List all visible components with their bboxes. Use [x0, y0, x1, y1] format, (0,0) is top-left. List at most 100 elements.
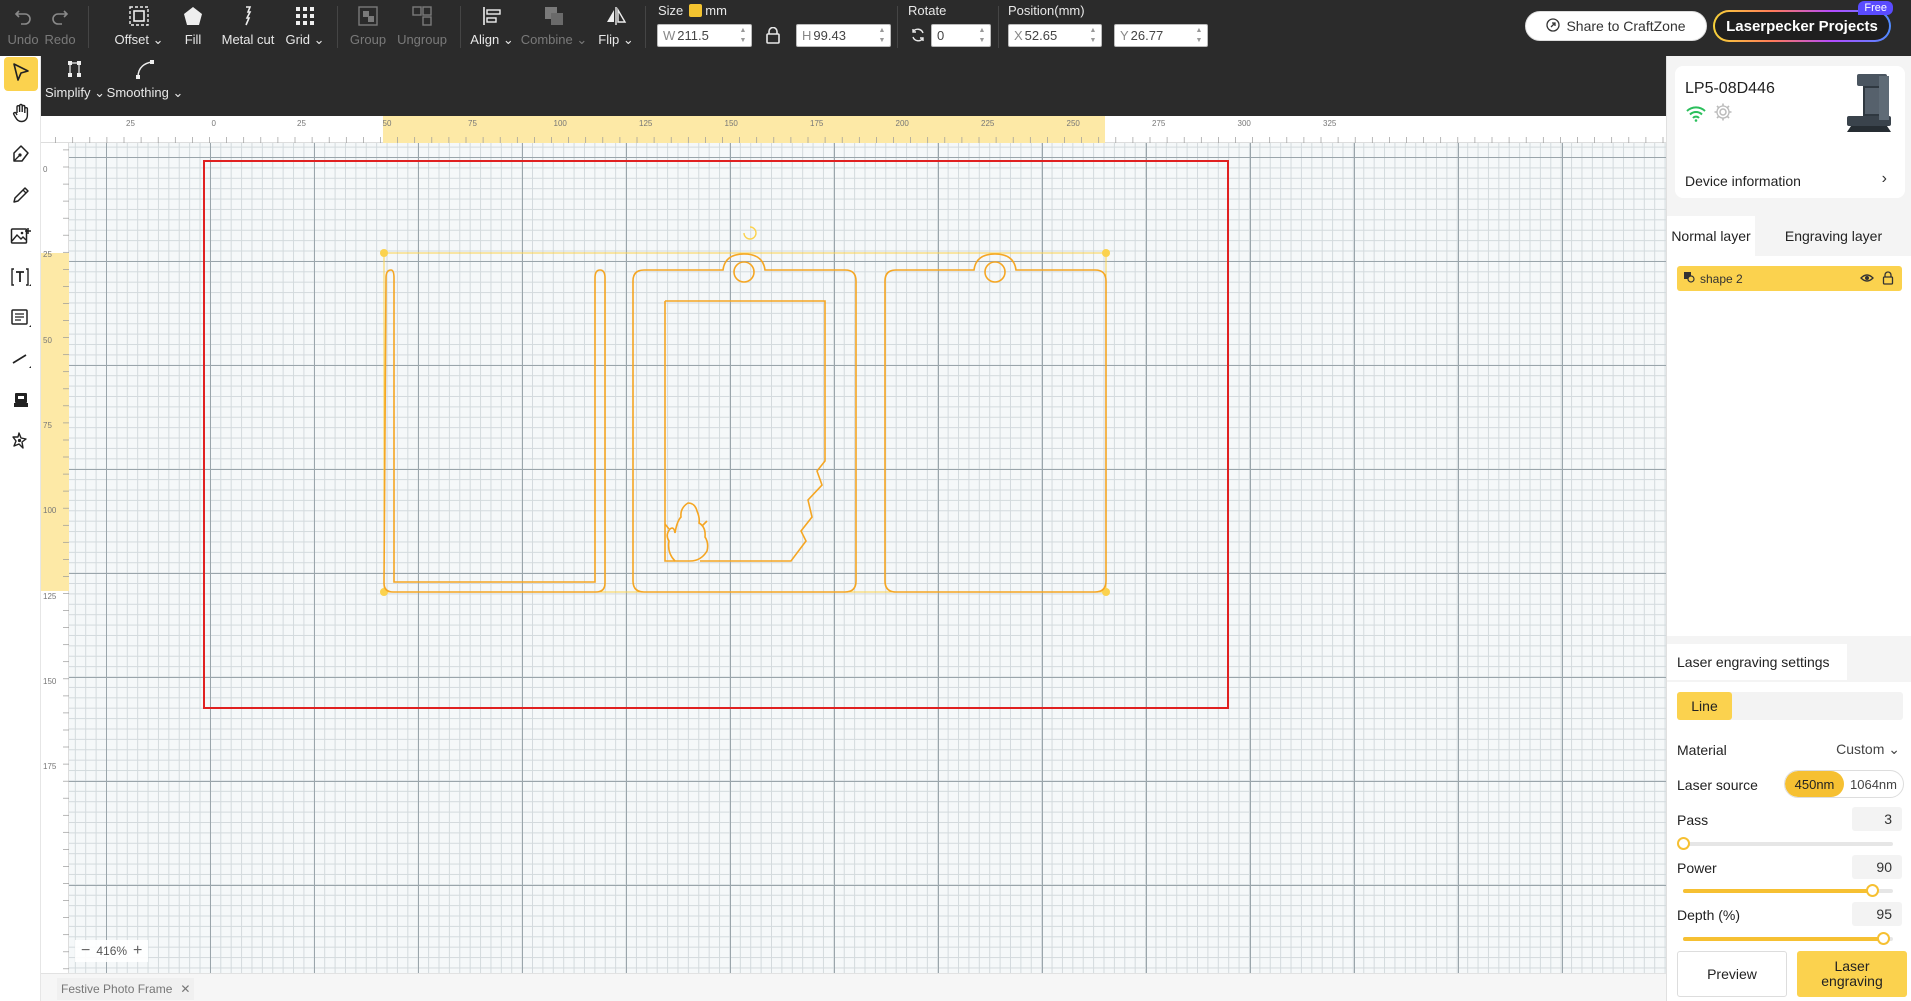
undo-button[interactable]: Undo	[7, 4, 39, 50]
laserpecker-projects-button[interactable]: Laserpecker Projects Free	[1713, 1, 1893, 42]
align-button[interactable]: Align ⌄	[470, 4, 514, 50]
layer-tabs: Normal layer Engraving layer	[1667, 216, 1911, 256]
simplify-button[interactable]: Simplify ⌄	[45, 57, 105, 103]
pass-input[interactable]: 3	[1852, 807, 1902, 831]
combine-button[interactable]: Combine ⌄	[521, 4, 587, 50]
select-tool[interactable]	[4, 57, 38, 91]
pan-tool[interactable]	[4, 98, 38, 132]
tool-rail	[0, 56, 41, 1001]
laser-engraving-button[interactable]: Laser engraving	[1797, 951, 1907, 997]
visibility-eye-icon[interactable]	[1860, 271, 1874, 288]
device-information-link[interactable]: Device information	[1685, 173, 1801, 189]
file-tab[interactable]: Festive Photo Frame ✕	[57, 978, 195, 1000]
design-canvas[interactable]: 25 0 25 50 75 100 125 150 175 200 225 250 275 300 325 …	[41, 116, 1666, 973]
power-slider-handle[interactable]	[1866, 884, 1879, 897]
depth-slider[interactable]	[1683, 932, 1893, 945]
flip-button[interactable]: Flip ⌄	[598, 4, 634, 50]
smoothing-button[interactable]: Smoothing ⌄	[107, 57, 183, 103]
ungroup-icon	[411, 4, 433, 28]
pen-nib-icon	[11, 144, 31, 169]
ungroup-label: Ungroup	[397, 32, 447, 47]
settings-header: Laser engraving settings	[1667, 638, 1911, 682]
height-value: 99.43	[813, 28, 846, 43]
width-stepper[interactable]: ▲ ▼	[737, 26, 749, 45]
ruler-tick-label: 50	[382, 119, 392, 128]
table-tool[interactable]	[4, 303, 38, 337]
settings-title[interactable]: Laser engraving settings	[1667, 644, 1847, 680]
depth-slider-handle[interactable]	[1876, 932, 1890, 945]
ruler-tick-label: 0	[211, 119, 216, 128]
depth-input[interactable]: 95	[1852, 902, 1902, 926]
laser-source-toggle: 450nm 1064nm	[1784, 770, 1904, 798]
pass-slider[interactable]	[1677, 837, 1893, 850]
shape-2[interactable]	[383, 253, 1107, 593]
settings-gear-icon[interactable]	[1713, 102, 1733, 127]
power-slider[interactable]	[1683, 884, 1893, 897]
ruler-tick-label: 225	[981, 119, 995, 128]
rotate-label: Rotate	[908, 3, 947, 18]
table-text-icon	[10, 307, 32, 334]
share-to-craftzone-button[interactable]: Share to CraftZone	[1525, 11, 1707, 41]
design-artwork	[203, 160, 1229, 709]
grid-workspace[interactable]	[69, 143, 1666, 973]
metal-cut-button[interactable]: Metal cut	[219, 4, 277, 50]
grid-button[interactable]: Grid ⌄	[285, 4, 325, 50]
fill-button[interactable]: Fill	[180, 4, 206, 50]
position-x-field[interactable]: X 52.65 ▲ ▼	[1008, 24, 1102, 47]
pass-slider-handle[interactable]	[1677, 837, 1690, 850]
position-y-prefix: Y	[1120, 28, 1129, 43]
share-label: Share to CraftZone	[1566, 18, 1686, 34]
height-field[interactable]: H 99.43 ▲ ▼	[796, 24, 891, 47]
chevron-down-icon: ⌄	[1888, 741, 1900, 757]
group-button[interactable]: Group	[349, 4, 387, 50]
stamp-tool[interactable]	[4, 385, 38, 419]
ruler-tick-label: 100	[43, 506, 57, 516]
lock-icon[interactable]	[1882, 271, 1894, 288]
resize-handle[interactable]	[380, 249, 388, 257]
toolbar-divider	[998, 6, 999, 48]
zoom-in-button[interactable]: +	[133, 942, 142, 960]
image-add-icon	[10, 226, 32, 251]
position-y-stepper[interactable]: ▲ ▼	[1193, 26, 1205, 45]
close-icon[interactable]: ✕	[180, 982, 190, 996]
ruler-tick-label: 25	[126, 119, 135, 128]
text-tool[interactable]	[4, 262, 38, 296]
rotate-stepper[interactable]: ▲ ▼	[976, 26, 988, 45]
tab-normal-layer[interactable]: Normal layer	[1667, 216, 1755, 256]
pencil-tool[interactable]	[4, 180, 38, 214]
laser-source-1064nm[interactable]: 1064nm	[1844, 771, 1903, 797]
height-stepper[interactable]: ▲ ▼	[876, 26, 888, 45]
line-tool[interactable]	[4, 344, 38, 378]
rotate-handle-icon[interactable]	[743, 226, 757, 240]
width-field[interactable]: W 211.5 ▲ ▼	[657, 24, 752, 47]
flip-icon	[605, 4, 627, 28]
lock-ratio-icon[interactable]	[766, 26, 780, 49]
chevron-right-icon[interactable]: ›	[1882, 170, 1887, 188]
ruler-tick-label: 175	[810, 119, 824, 128]
top-toolbar: Undo Redo Offset ⌄ Fill Metal cut Grid ⌄…	[0, 0, 1911, 56]
layer-item[interactable]: shape 2	[1677, 266, 1902, 291]
material-select[interactable]: Custom ⌄	[1836, 741, 1900, 758]
work-area-boundary	[203, 160, 1229, 709]
hand-icon	[11, 103, 31, 128]
tab-line[interactable]: Line	[1677, 692, 1732, 720]
preview-button[interactable]: Preview	[1677, 951, 1787, 997]
offset-button[interactable]: Offset ⌄	[115, 4, 163, 50]
zoom-out-button[interactable]: −	[81, 942, 90, 960]
resize-handle[interactable]	[1102, 249, 1110, 257]
power-input[interactable]: 90	[1852, 855, 1902, 879]
tab-engraving-layer[interactable]: Engraving layer	[1755, 216, 1911, 256]
rotate-icon	[910, 27, 926, 48]
unit-toggle[interactable]	[689, 4, 703, 17]
ungroup-button[interactable]: Ungroup	[396, 4, 448, 50]
position-y-field[interactable]: Y 26.77 ▲ ▼	[1114, 24, 1208, 47]
magic-effect-icon	[11, 431, 31, 456]
rotate-field[interactable]: 0 ▲ ▼	[931, 24, 991, 47]
magic-tool[interactable]	[4, 426, 38, 460]
position-x-stepper[interactable]: ▲ ▼	[1087, 26, 1099, 45]
laser-source-450nm[interactable]: 450nm	[1785, 771, 1844, 797]
device-card[interactable]: LP5-08D446 Device information ›	[1675, 66, 1905, 198]
image-tool[interactable]	[4, 221, 38, 255]
pen-tool[interactable]	[4, 139, 38, 173]
redo-button[interactable]: Redo	[44, 4, 76, 50]
